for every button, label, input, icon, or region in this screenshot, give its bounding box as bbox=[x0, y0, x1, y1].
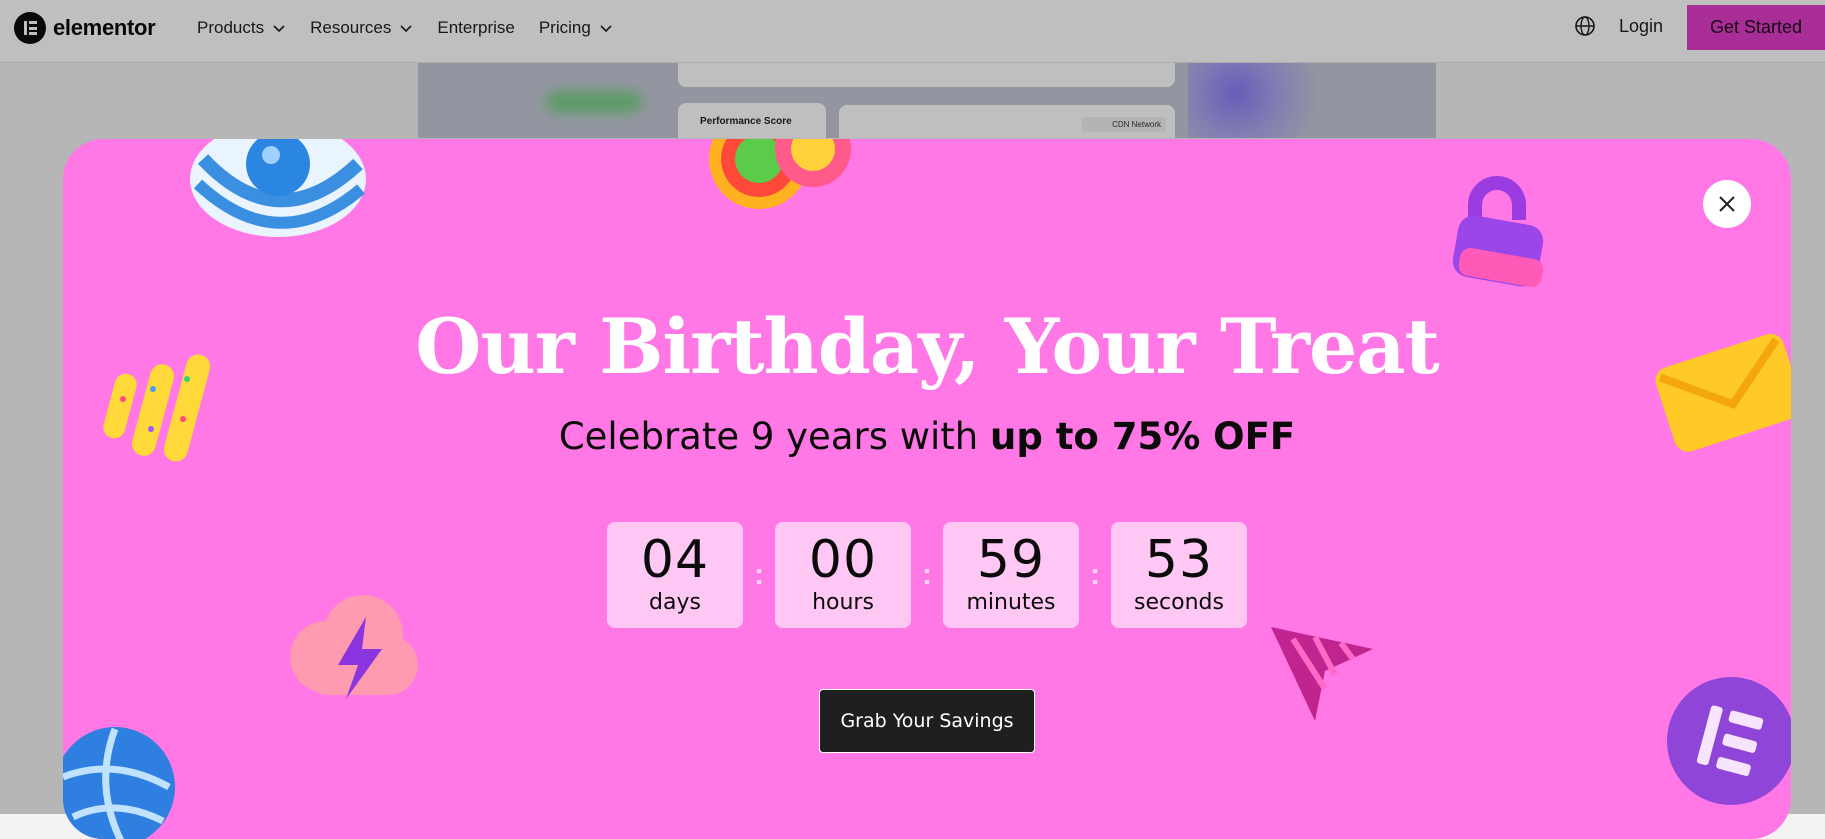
countdown-separator: : bbox=[922, 558, 932, 591]
globe-candy-icon bbox=[63, 727, 175, 839]
cursor-arrow-icon bbox=[1271, 627, 1373, 721]
close-button[interactable] bbox=[1703, 180, 1751, 228]
promo-modal: Our Birthday, Your Treat Celebrate 9 yea… bbox=[63, 139, 1791, 839]
countdown-minutes-label: minutes bbox=[966, 590, 1056, 615]
subtitle-prefix: Celebrate 9 years with bbox=[558, 415, 991, 458]
countdown-timer: 04 days : 00 hours : 59 minutes : 53 sec… bbox=[607, 522, 1247, 628]
subtitle-discount: up to 75% OFF bbox=[990, 415, 1296, 458]
countdown-seconds-label: seconds bbox=[1134, 590, 1224, 615]
countdown-seconds: 53 seconds bbox=[1111, 522, 1247, 628]
countdown-days-value: 04 bbox=[640, 530, 710, 590]
countdown-separator: : bbox=[1090, 558, 1100, 591]
striped-candy-icon bbox=[190, 139, 366, 237]
countdown-hours: 00 hours bbox=[775, 522, 911, 628]
countdown-days-label: days bbox=[649, 590, 701, 615]
modal-subtitle: Celebrate 9 years with up to 75% OFF bbox=[63, 415, 1791, 458]
lollipop-icon bbox=[709, 139, 851, 209]
modal-title: Our Birthday, Your Treat bbox=[415, 302, 1440, 391]
countdown-hours-label: hours bbox=[812, 590, 874, 615]
countdown-seconds-value: 53 bbox=[1144, 530, 1214, 590]
close-icon bbox=[1719, 196, 1735, 212]
elementor-badge-icon bbox=[1667, 677, 1791, 805]
countdown-minutes-value: 59 bbox=[976, 530, 1046, 590]
countdown-days: 04 days bbox=[607, 522, 743, 628]
countdown-minutes: 59 minutes bbox=[943, 522, 1079, 628]
lightning-cloud-icon bbox=[290, 595, 418, 699]
lock-icon bbox=[1452, 176, 1544, 288]
countdown-hours-value: 00 bbox=[808, 530, 878, 590]
grab-savings-button[interactable]: Grab Your Savings bbox=[819, 689, 1035, 753]
countdown-separator: : bbox=[754, 558, 764, 591]
